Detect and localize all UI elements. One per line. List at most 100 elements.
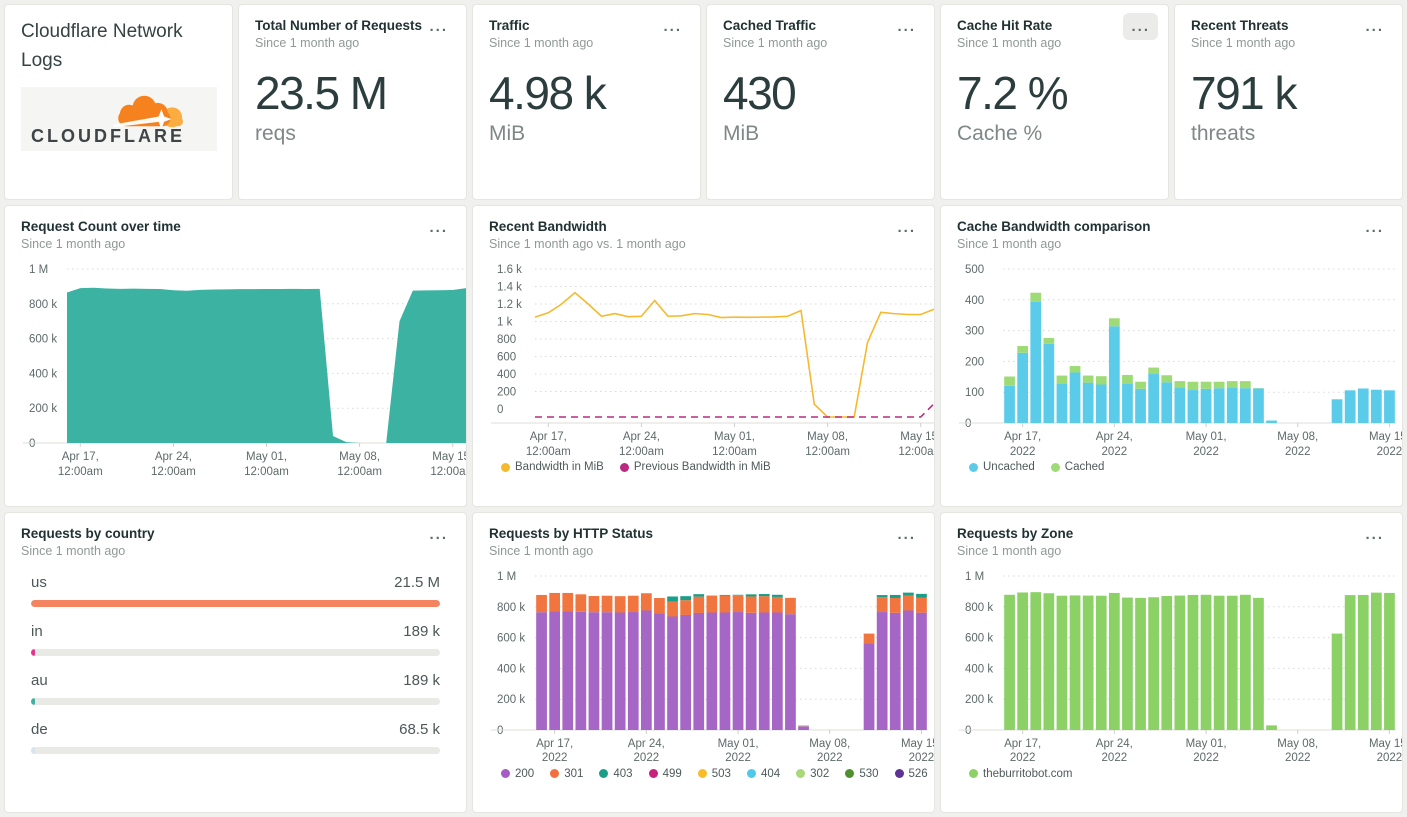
panel-subtitle: Since 1 month ago [957, 237, 1062, 251]
svg-text:800 k: 800 k [497, 601, 525, 613]
overflow-menu-icon[interactable]: ... [1123, 13, 1158, 40]
overflow-menu-icon[interactable]: ... [1357, 214, 1392, 241]
overflow-menu-icon[interactable]: ... [889, 214, 924, 241]
stat-unit: MiB [723, 122, 760, 145]
svg-text:600 k: 600 k [965, 632, 993, 644]
http-status-chart[interactable]: Apr 17, 2022 Apr 24, 2022 May 01, 2022 May 08,… [489, 560, 934, 764]
legend-dot-icon [969, 462, 978, 472]
overflow-menu-icon[interactable]: ... [655, 13, 690, 40]
country-label: in [31, 622, 43, 640]
legend-item[interactable]: Bandwidth in MiB [501, 461, 604, 473]
stat-value: 23.5 M [255, 67, 388, 119]
stat-card-total-requests: ... Total Number of Requests Since 1 mon… [238, 4, 467, 200]
zone-legend: theburritobot.com [957, 768, 1386, 780]
panel-requests-by-country: ... Requests by country Since 1 month ag… [4, 511, 467, 813]
legend-item[interactable]: Uncached [969, 461, 1035, 473]
country-bar-track [31, 746, 440, 754]
overflow-menu-icon[interactable]: ... [1357, 521, 1392, 548]
svg-text:1 M: 1 M [29, 264, 48, 276]
stat-card-traffic: ... Traffic Since 1 month ago 4.98 k MiB [472, 4, 701, 200]
svg-text:300: 300 [965, 326, 984, 338]
country-value: 189 k [403, 671, 440, 689]
legend-dot-icon [648, 769, 658, 778]
panel-requests-by-zone: ... Requests by Zone Since 1 month ago A… [940, 511, 1403, 813]
card-subtitle: Since 1 month ago [489, 36, 594, 50]
dashboard: Cloudflare Network Logs CLOUDFLARE ... T… [0, 0, 1407, 817]
stat-unit: reqs [255, 122, 296, 145]
panel-title: Cache Bandwidth comparison [957, 219, 1151, 234]
svg-text:800 k: 800 k [965, 601, 993, 613]
overflow-menu-icon[interactable]: ... [889, 13, 924, 40]
legend-label: Cached [1064, 461, 1105, 473]
svg-text:400: 400 [497, 369, 516, 381]
country-bar-track [31, 648, 440, 656]
cache-bandwidth-legend: Uncached Cached [957, 461, 1386, 473]
bandwidth-legend: Bandwidth in MiB Previous Bandwidth in Mi… [489, 461, 918, 473]
svg-text:1 M: 1 M [965, 571, 984, 583]
country-bar-fill [31, 746, 35, 754]
svg-text:1.6 k: 1.6 k [497, 264, 522, 276]
overflow-menu-icon[interactable]: ... [421, 214, 456, 241]
svg-text:200: 200 [497, 387, 516, 399]
stat-unit: threats [1191, 122, 1256, 145]
svg-text:1.4 k: 1.4 k [497, 282, 522, 294]
legend-item[interactable]: 503 [697, 768, 731, 780]
country-label: au [31, 671, 48, 689]
legend-label: 404 [760, 767, 781, 780]
svg-text:600 k: 600 k [497, 632, 525, 644]
overflow-menu-icon[interactable]: ... [1357, 13, 1392, 40]
stat-card-cache-hit-rate: ... Cache Hit Rate Since 1 month ago 7.2… [940, 4, 1169, 200]
legend-item[interactable]: 499 [648, 767, 682, 780]
svg-text:400 k: 400 k [965, 663, 993, 675]
country-row: de 68.5 k [21, 721, 450, 754]
legend-item[interactable]: 530 [845, 768, 879, 780]
legend-item[interactable]: 526 [894, 768, 928, 780]
legend-label: theburritobot.com [983, 767, 1073, 780]
page-title: Cloudflare Network Logs [21, 21, 183, 71]
legend-dot-icon [1050, 462, 1060, 472]
zone-chart[interactable]: Apr 17, 2022 Apr 24, 2022 May 01, 2022 May 08,… [957, 560, 1402, 764]
panel-recent-bandwidth: ... Recent Bandwidth Since 1 month ago v… [472, 205, 935, 507]
country-value: 68.5 k [399, 720, 440, 738]
legend-dot-icon [845, 769, 855, 778]
legend-dot-icon [697, 769, 707, 778]
svg-text:1 k: 1 k [497, 317, 513, 329]
legend-item[interactable]: 403 [599, 767, 633, 780]
legend-item[interactable]: theburritobot.com [969, 768, 1073, 780]
card-subtitle: Since 1 month ago [1191, 36, 1296, 50]
stat-card-recent-threats: ... Recent Threats Since 1 month ago 791… [1174, 4, 1403, 200]
legend-item[interactable]: 404 [746, 767, 781, 780]
bandwidth-chart[interactable]: Apr 17, 12:00am Apr 24, 12:00am May 01, 12:00… [489, 253, 934, 458]
legend-dot-icon [550, 769, 560, 778]
overflow-menu-icon[interactable]: ... [421, 521, 456, 548]
svg-text:800 k: 800 k [29, 299, 57, 311]
overflow-menu-icon[interactable]: ... [889, 521, 924, 548]
country-row: us 21.5 M [21, 574, 450, 607]
card-subtitle: Since 1 month ago [723, 36, 828, 50]
stat-card-cached-traffic: ... Cached Traffic Since 1 month ago 430… [706, 4, 935, 200]
panel-cache-bandwidth: ... Cache Bandwidth comparison Since 1 m… [940, 205, 1403, 507]
cloudflare-logo: CLOUDFLARE [21, 87, 217, 151]
legend-item[interactable]: Previous Bandwidth in MiB [619, 461, 771, 473]
country-bar-list: us 21.5 M in 189 k au 189 k de 68.5 k [21, 574, 450, 754]
country-bar-fill [31, 599, 440, 607]
country-value: 21.5 M [394, 573, 440, 591]
stat-unit: MiB [489, 122, 526, 145]
stat-value: 4.98 k [489, 67, 607, 119]
card-subtitle: Since 1 month ago [255, 36, 360, 50]
overflow-menu-icon[interactable]: ... [421, 13, 456, 40]
legend-item[interactable]: Cached [1050, 461, 1105, 473]
legend-item[interactable]: 302 [796, 768, 829, 780]
svg-text:0: 0 [29, 438, 35, 450]
cloudflare-logo-text: CLOUDFLARE [31, 126, 185, 146]
legend-item[interactable]: 200 [501, 768, 534, 780]
request-count-chart[interactable]: Apr 17, 12:00am Apr 24, 12:00am May 01, 12:00… [21, 253, 466, 478]
panel-title: Requests by country [21, 525, 155, 541]
legend-label: 301 [564, 767, 584, 780]
cache-bandwidth-chart[interactable]: Apr 17, 2022 Apr 24, 2022 May 01, 2022 May 08,… [957, 253, 1402, 458]
legend-dot-icon [501, 769, 510, 778]
legend-item[interactable]: 301 [550, 768, 583, 780]
legend-dot-icon [969, 769, 978, 778]
legend-label: 499 [662, 767, 682, 780]
legend-label: 403 [613, 767, 633, 780]
